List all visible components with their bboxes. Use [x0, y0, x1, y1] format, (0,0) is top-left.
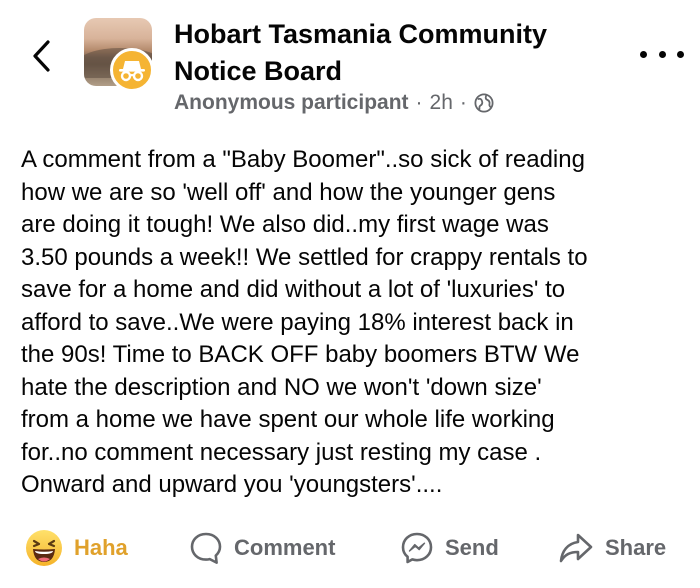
post-line: from a home we have spent our whole life…: [21, 406, 555, 433]
group-name[interactable]: Hobart Tasmania Community Notice Board: [174, 16, 594, 90]
haha-emoji-icon: [24, 528, 64, 568]
more-dot: [640, 50, 647, 58]
haha-reaction-button[interactable]: Haha: [24, 528, 128, 568]
post-line: are doing it tough! We also did..my firs…: [21, 211, 549, 238]
share-arrow-icon: [557, 530, 595, 566]
post-line: 3.50 pounds a week!! We settled for crap…: [21, 243, 588, 271]
meta-separator-2: ·: [459, 91, 467, 114]
anonymous-avatar: [110, 48, 154, 92]
author-name[interactable]: Anonymous participant: [174, 91, 409, 115]
post-line: save for a home and did without a lot of…: [21, 276, 566, 303]
incognito-icon: [119, 61, 145, 82]
post-line: A comment from a "Baby Boomer"..so sick …: [21, 146, 585, 173]
globe-icon: [474, 93, 494, 113]
share-button[interactable]: Share: [557, 528, 666, 568]
share-label: Share: [605, 535, 667, 560]
post-time[interactable]: 2h: [430, 91, 453, 115]
post-line: for..no comment necessary just resting m…: [21, 438, 542, 466]
haha-label: Haha: [74, 535, 128, 560]
group-avatar[interactable]: [84, 18, 156, 92]
comment-label: Comment: [234, 535, 336, 560]
meta-separator: ·: [415, 91, 423, 114]
messenger-icon: [399, 530, 435, 566]
post-line: afford to save..We were paying 18% inter…: [21, 308, 574, 336]
group-name-line-1: Hobart Tasmania Community: [174, 19, 548, 49]
post-line: the 90s! Time to BACK OFF baby boomers B…: [21, 341, 580, 368]
send-button[interactable]: Send: [399, 528, 499, 568]
more-options-button[interactable]: [640, 42, 684, 66]
post-line: hate the description and NO we won't 'do…: [21, 373, 542, 401]
send-label: Send: [445, 535, 499, 560]
back-button[interactable]: [26, 38, 56, 74]
chevron-left-icon: [33, 40, 50, 72]
comment-button[interactable]: Comment: [188, 528, 335, 568]
group-name-line-2: Notice Board: [174, 56, 343, 86]
post-text: A comment from a "Baby Boomer"..so sick …: [21, 144, 689, 502]
comment-bubble-icon: [188, 530, 224, 566]
more-dot: [658, 50, 666, 58]
post-line: how we are so 'well off' and how the you…: [21, 178, 556, 206]
post-meta: Anonymous participant · 2h ·: [174, 90, 494, 116]
post-line: Onward and upward you 'youngsters'....: [21, 471, 443, 498]
more-dot: [677, 50, 684, 58]
post-screen: Hobart Tasmania Community Notice Board A…: [0, 0, 700, 588]
